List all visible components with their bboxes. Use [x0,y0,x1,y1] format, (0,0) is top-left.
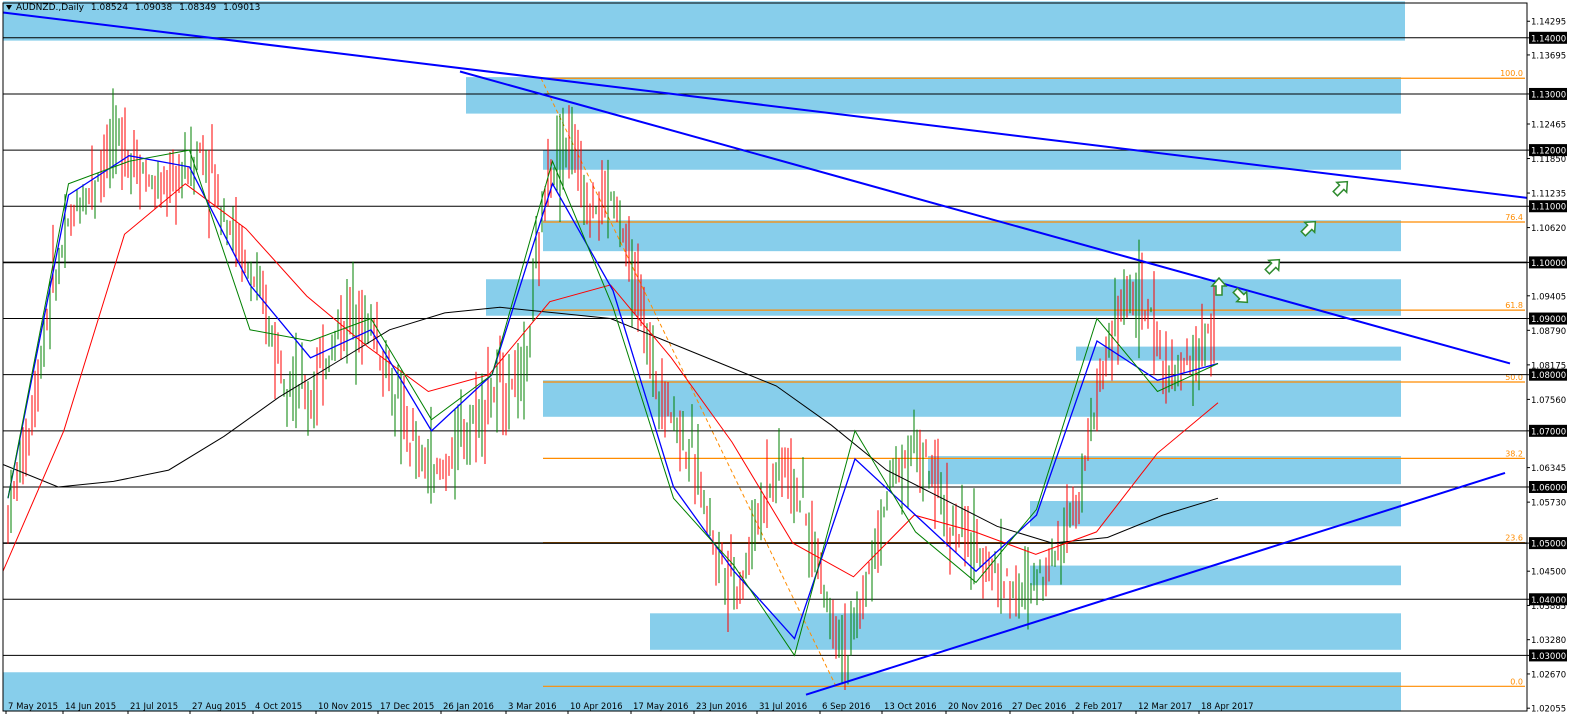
price-label: 1.06345 [1531,464,1566,474]
price-label: 1.14000 [1531,34,1566,44]
price-label: 1.10620 [1531,224,1566,234]
dropdown-triangle-icon[interactable] [6,5,12,10]
price-label: 1.02670 [1531,670,1566,680]
price-label: 1.13695 [1531,51,1566,61]
price-label: 1.08000 [1531,371,1566,381]
price-label: 1.08790 [1531,327,1566,337]
high-value: 1.09038 [134,3,173,13]
price-label: 1.13000 [1531,90,1566,100]
price-label: 1.14295 [1531,18,1566,28]
price-label: 1.02055 [1531,705,1566,715]
sr-zone [928,456,1401,485]
price-label: 1.03000 [1531,652,1566,662]
sr-zone [650,613,1401,650]
price-label: 1.12465 [1531,120,1566,130]
price-label: 1.07560 [1531,396,1566,406]
price-label: 1.11000 [1531,203,1566,213]
price-label: 1.09405 [1531,292,1566,302]
price-label: 1.11235 [1531,190,1566,200]
price-label: 1.04500 [1531,568,1566,578]
sr-zone [543,380,1401,417]
price-label: 1.05000 [1531,540,1566,550]
symbol-label: AUDNZD.,Daily [16,3,84,13]
fib-level-label: 38.2 [1505,449,1523,458]
sr-zone [1030,565,1401,586]
price-label: 1.05730 [1531,499,1566,509]
price-chart[interactable]: 100.076.461.850.038.223.60.0 1.142951.14… [0,0,1592,717]
fib-level-label: 100.0 [1500,69,1523,78]
chart-window: 100.0 76.4 61.8 50.0 38.2 23.6 0.0 1.14295 1.14… [0,0,1592,717]
price-label: 1.09000 [1531,315,1566,325]
price-axis: 1.142951.140001.136951.130001.124651.120… [1527,18,1567,715]
close-value: 1.09013 [223,3,261,13]
fib-level-label: 23.6 [1505,534,1523,543]
low-value: 1.08349 [179,3,217,13]
price-label: 1.03280 [1531,636,1566,646]
fib-level-label: 61.8 [1505,301,1523,310]
fib-level-label: 0.0 [1510,677,1523,686]
sr-zone [543,220,1401,252]
price-label: 1.03885 [1531,602,1566,612]
price-label: 1.07000 [1531,427,1566,437]
sr-zone [466,77,1401,114]
price-label: 1.10000 [1531,259,1566,269]
fib-level-label: 76.4 [1505,213,1523,222]
price-label: 1.11850 [1531,155,1566,165]
price-label: 1.06000 [1531,483,1566,493]
chart-header: AUDNZD.,Daily 1.08524 1.09038 1.08349 1.… [6,3,264,13]
sr-zone [1030,501,1401,527]
open-value: 1.08524 [90,3,129,13]
